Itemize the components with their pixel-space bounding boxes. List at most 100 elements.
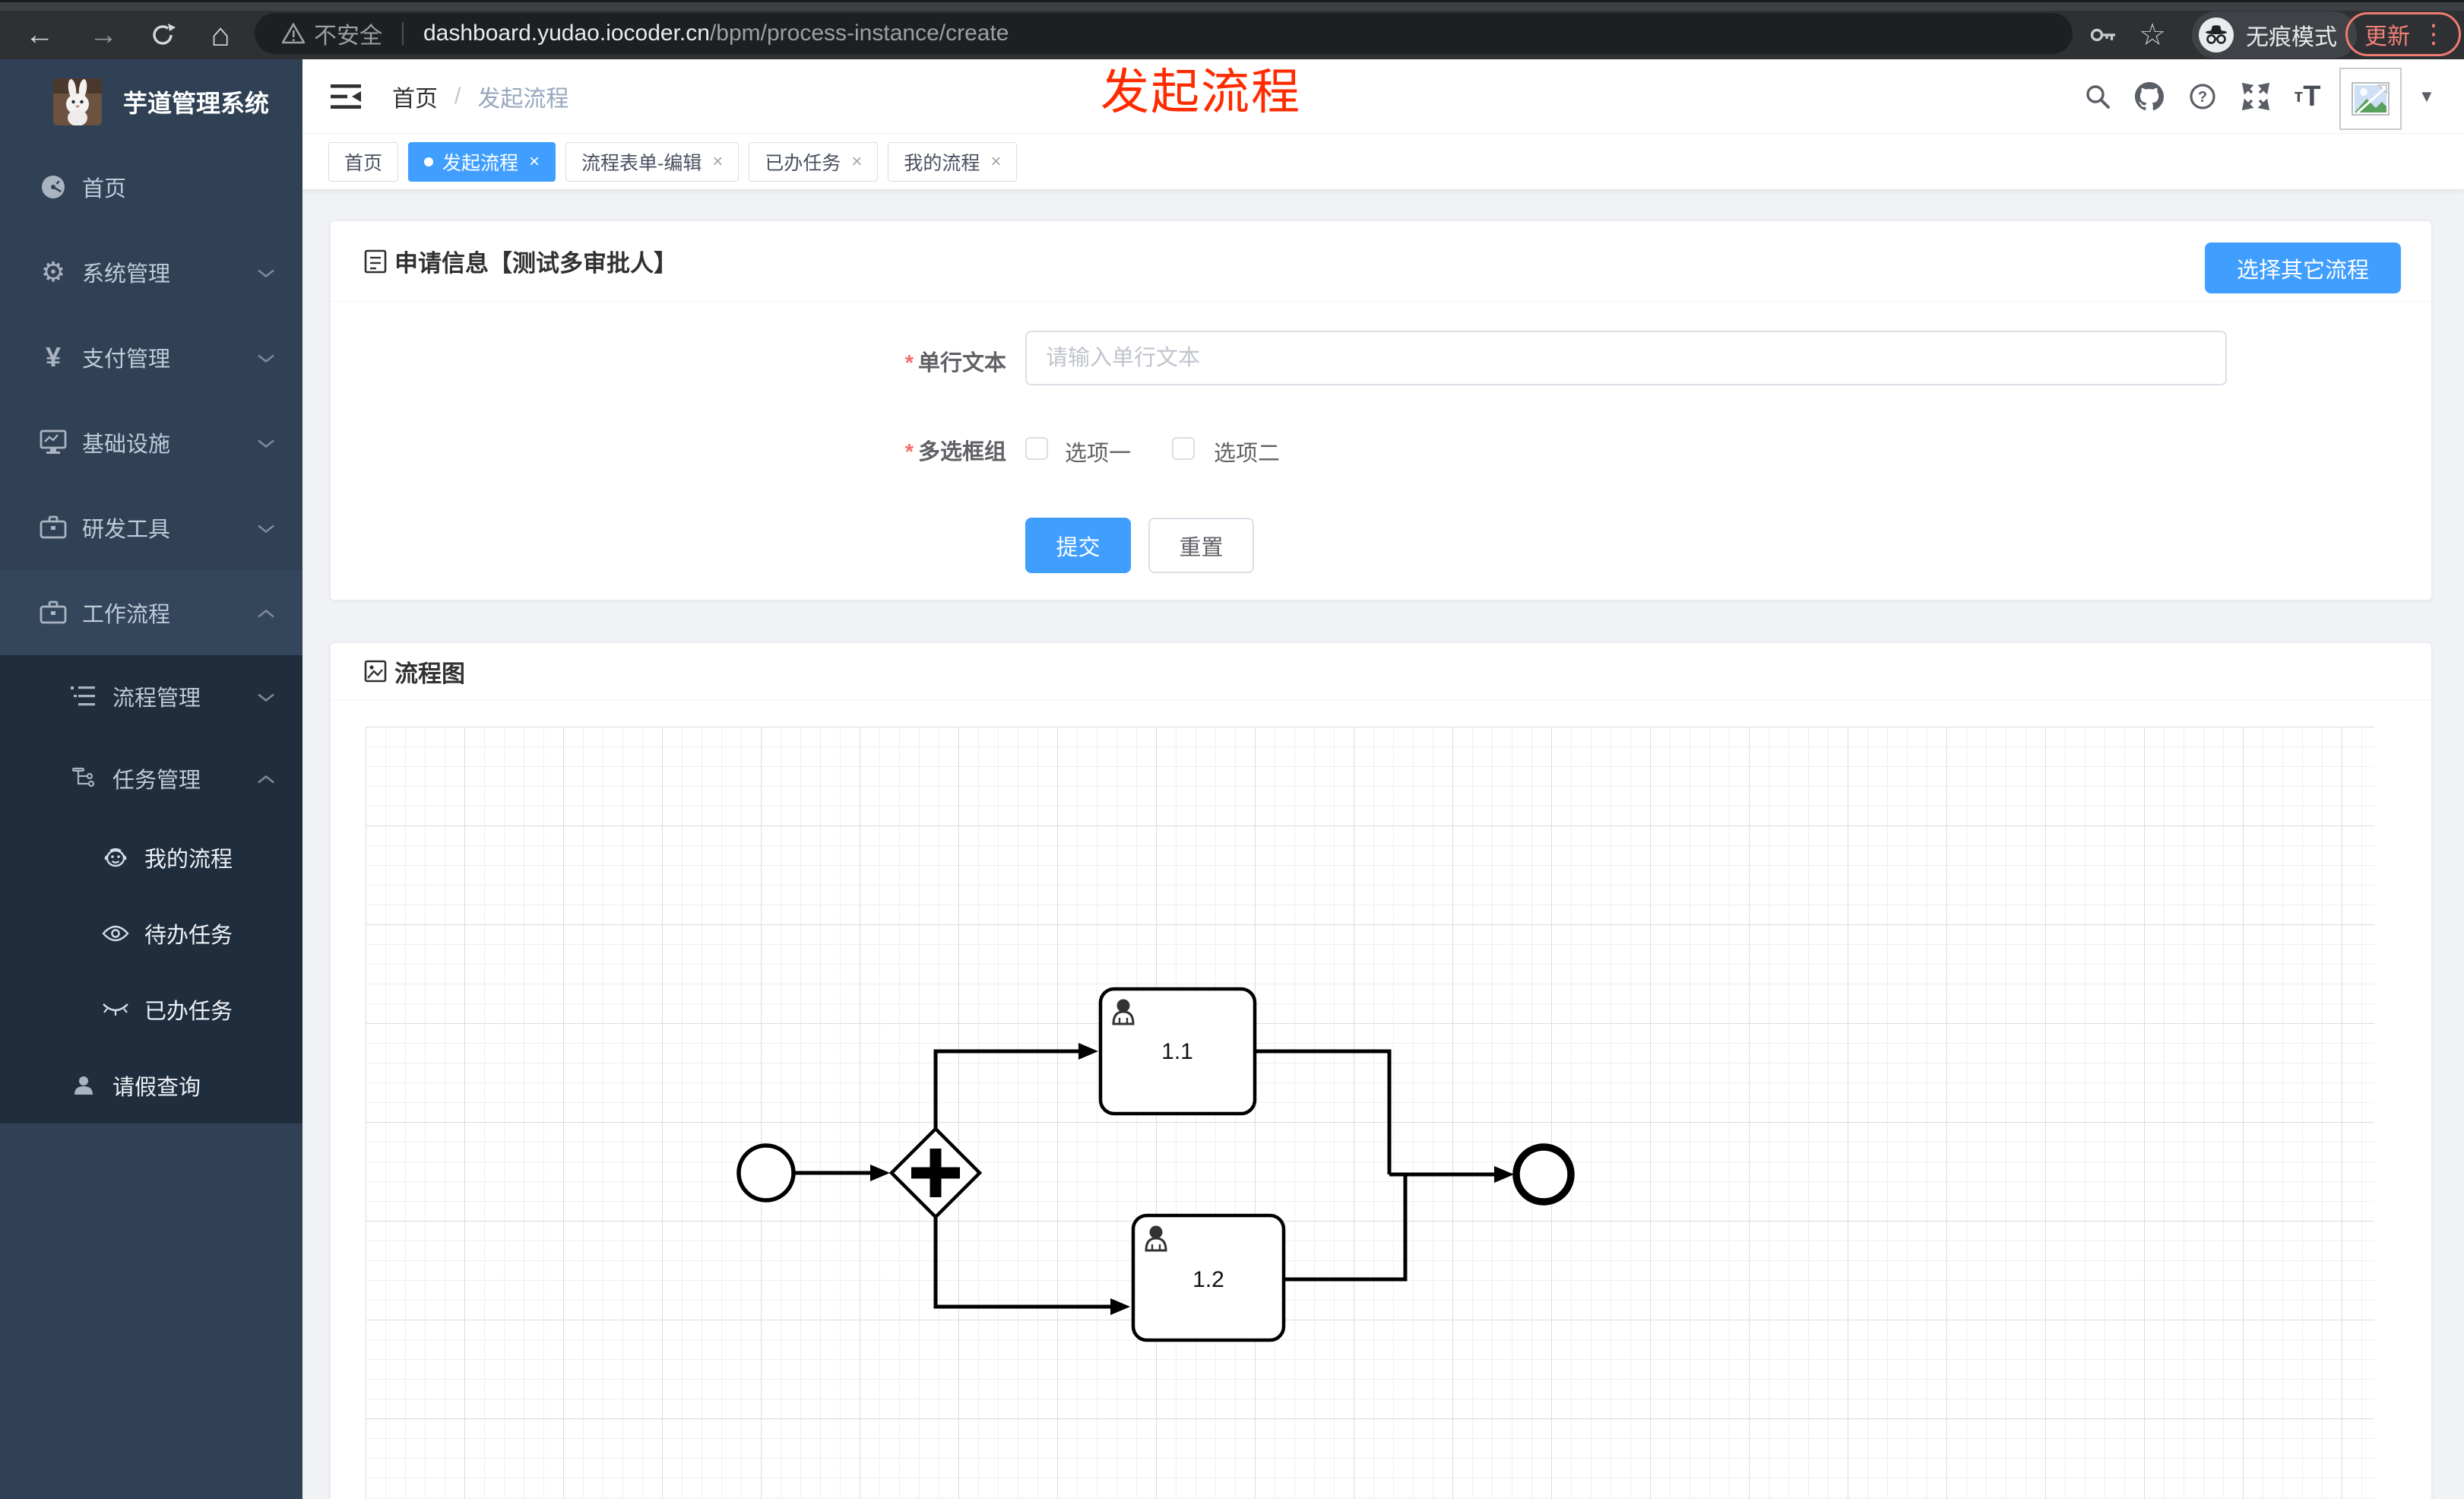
sidebar-item-label: 任务管理 [112, 769, 201, 793]
browser-update-button[interactable]: 更新 ⋮ [2345, 12, 2461, 56]
checkbox-option-1-label[interactable]: 选项一 [1065, 436, 1131, 467]
sidebar-item-devtools[interactable]: 研发工具 [0, 485, 302, 570]
sidebar-item-task-mgmt[interactable]: 任务管理 [0, 737, 302, 819]
sidebar-item-todo-tasks[interactable]: 待办任务 [0, 895, 302, 971]
browser-reload-button[interactable] [138, 11, 187, 59]
eye-icon [99, 924, 132, 943]
sidebar: 芋道管理系统 首页 ⚙ 系统管理 ¥ 支付管理 基础设施 研发工具 工作流程 流… [0, 59, 302, 1499]
toolbox-icon [36, 601, 70, 625]
browser-home-button[interactable]: ⌂ [196, 11, 245, 59]
sidebar-logo[interactable]: 芋道管理系统 [0, 59, 302, 144]
sidebar-item-my-process[interactable]: 我的流程 [0, 819, 302, 895]
sidebar-item-leave-query[interactable]: 请假查询 [0, 1047, 302, 1123]
monitor-icon [36, 429, 70, 455]
bpmn-end-event[interactable] [1512, 1143, 1575, 1206]
chevron-down-icon [257, 515, 275, 540]
tab-form-edit[interactable]: 流程表单-编辑 × [565, 141, 740, 182]
question-circle-icon: ? [2190, 84, 2215, 109]
top-navbar: 首页 / 发起流程 ? т T ▼ [302, 59, 2464, 134]
sidebar-item-label: 请假查询 [112, 1076, 201, 1100]
svg-text:?: ? [2198, 89, 2207, 106]
required-mark: * [904, 440, 914, 464]
font-size-big-glyph: T [2303, 80, 2321, 113]
sidebar-item-done-tasks[interactable]: 已办任务 [0, 971, 302, 1047]
list-tree-icon [67, 685, 100, 708]
select-other-process-button[interactable]: 选择其它流程 [2204, 242, 2401, 293]
help-button[interactable]: ? [2180, 59, 2225, 134]
tab-close-icon[interactable]: × [851, 151, 862, 173]
bpmn-canvas[interactable]: 1.1 1.2 [366, 727, 2374, 1499]
tab-close-icon[interactable]: × [990, 151, 1001, 173]
field-label-text: 单行文本 [917, 351, 1006, 376]
tab-start-process[interactable]: 发起流程 × [408, 141, 556, 182]
logo-avatar [53, 78, 102, 125]
sidebar-item-pay[interactable]: ¥ 支付管理 [0, 315, 302, 400]
single-text-label: * 单行文本 [331, 345, 1006, 377]
password-key-icon[interactable] [2079, 11, 2128, 59]
bpmn-start-event[interactable] [736, 1143, 796, 1203]
update-label: 更新 [2364, 24, 2410, 49]
not-secure-label: 不安全 [314, 24, 382, 49]
incognito-badge: 无痕模式 [2192, 11, 2357, 59]
document-icon [364, 249, 387, 273]
screenshot-stage: ← → ⌂ 不安全 dashboard.yudao.iocoder.cn/bpm… [0, 0, 2464, 1499]
sidebar-item-home[interactable]: 首页 [0, 144, 302, 230]
image-icon [364, 660, 387, 683]
sidebar-item-label: 已办任务 [144, 1000, 233, 1024]
active-dot [424, 157, 434, 166]
submit-button[interactable]: 提交 [1025, 518, 1131, 573]
checkbox-option-2-label[interactable]: 选项二 [1214, 436, 1280, 467]
toolbox-icon [36, 515, 70, 540]
tab-my-process[interactable]: 我的流程 × [888, 141, 1018, 182]
reset-button[interactable]: 重置 [1148, 518, 1254, 573]
tab-label: 流程表单-编辑 [581, 152, 702, 174]
sidebar-item-infra[interactable]: 基础设施 [0, 400, 302, 485]
browser-forward-button[interactable]: → [79, 11, 128, 59]
sidebar-collapse-button[interactable] [319, 59, 372, 134]
not-secure-warning-icon [282, 23, 305, 44]
bpmn-user-task-1[interactable]: 1.1 [1098, 987, 1257, 1116]
tab-done-tasks[interactable]: 已办任务 × [749, 141, 879, 182]
single-text-input[interactable] [1025, 331, 2227, 385]
breadcrumb-home[interactable]: 首页 [392, 80, 438, 113]
process-diagram-card-header: 流程图 [331, 643, 2431, 700]
process-diagram-card: 流程图 1.1 1.2 [330, 642, 2432, 1499]
sidebar-item-system[interactable]: ⚙ 系统管理 [0, 230, 302, 315]
font-size-small-glyph: т [2294, 86, 2304, 106]
checkbox-option-2[interactable] [1172, 437, 1195, 460]
breadcrumb-current: 发起流程 [477, 87, 569, 112]
sidebar-item-label: 流程管理 [112, 686, 201, 711]
github-icon [2135, 82, 2164, 111]
github-link[interactable] [2127, 59, 2172, 134]
user-avatar[interactable] [2339, 68, 2402, 130]
eye-closed-icon [99, 1001, 132, 1018]
url-domain: dashboard.yudao.iocoder.cn [423, 21, 710, 46]
sidebar-item-workflow[interactable]: 工作流程 [0, 570, 302, 655]
sidebar-item-process-mgmt[interactable]: 流程管理 [0, 655, 302, 737]
avatar-dropdown-caret-icon[interactable]: ▼ [2418, 59, 2435, 134]
fullscreen-button[interactable] [2233, 59, 2279, 134]
bpmn-task-1-label: 1.1 [1161, 1039, 1193, 1064]
tab-close-icon[interactable]: × [712, 151, 723, 173]
font-size-button[interactable]: тT [2283, 59, 2332, 134]
tab-label: 首页 [344, 152, 383, 174]
app-title: 芋道管理系统 [123, 90, 270, 117]
tab-close-icon[interactable]: × [529, 151, 540, 173]
bpmn-parallel-gateway[interactable] [888, 1126, 983, 1220]
browser-address-bar[interactable]: 不安全 dashboard.yudao.iocoder.cn/bpm/proce… [255, 13, 2073, 54]
address-divider [402, 22, 404, 45]
checkbox-option-1[interactable] [1025, 437, 1048, 460]
sidebar-workflow-submenu: 流程管理 任务管理 我的流程 待办任务 已办任务 请假查询 [0, 655, 302, 1123]
flow-branch-icon [67, 767, 100, 790]
apply-info-title: 申请信息【测试多审批人】 [394, 250, 677, 277]
tab-home[interactable]: 首页 [328, 141, 399, 182]
bpmn-user-task-2[interactable]: 1.2 [1131, 1213, 1286, 1342]
apply-info-card-header: 申请信息【测试多审批人】 [331, 221, 2431, 302]
bpmn-task-2-label: 1.2 [1192, 1267, 1224, 1292]
header-search-button[interactable] [2075, 59, 2120, 134]
tab-label: 发起流程 [442, 152, 519, 174]
bookmark-star-button[interactable]: ☆ [2128, 11, 2177, 59]
breadcrumb: 首页 / 发起流程 [392, 59, 568, 134]
browser-back-button[interactable]: ← [15, 11, 64, 59]
browser-menu-kebab-icon[interactable]: ⋮ [2421, 19, 2447, 49]
